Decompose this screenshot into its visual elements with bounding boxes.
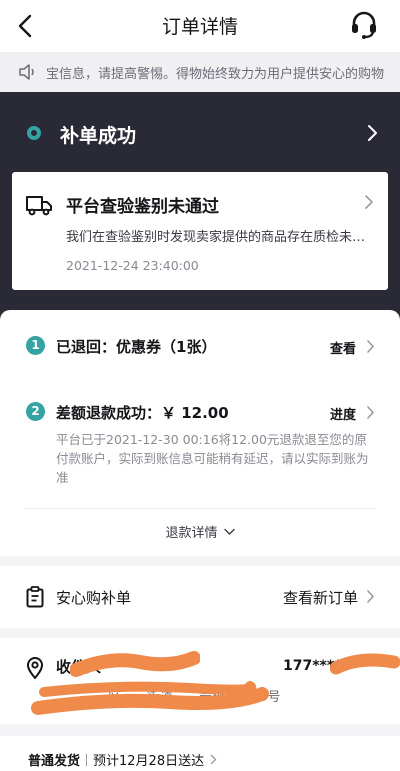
order-status-panel: 补单成功 平台查验鉴别未通过 我们在查验鉴别时发现卖家提供的商品存在质检未通过问… (0, 92, 400, 330)
chevron-right-icon (368, 125, 377, 141)
shipping-estimate: 预计12月28日送达 (93, 754, 205, 769)
view-coupon-button[interactable]: 查看 (330, 338, 356, 357)
headset-icon[interactable] (350, 10, 378, 40)
truck-icon (26, 196, 52, 216)
refund-panel: 1 已退回：优惠券（1张） 查看 2 差额退款成功：￥ 12.00 进度 平台已… (0, 310, 400, 556)
view-new-order-button[interactable]: 查看新订单 (283, 587, 358, 608)
chevron-right-icon (367, 590, 374, 603)
chevron-right-icon (210, 754, 217, 765)
divider (24, 508, 376, 509)
step-title: 差额退款成功：￥ 12.00 (56, 404, 229, 422)
page-title: 订单详情 (161, 16, 238, 38)
status-dot-icon (27, 126, 41, 140)
inspection-title: 平台查验鉴别未通过 (66, 197, 219, 217)
chevron-right-icon (365, 195, 373, 209)
chevron-right-icon[interactable] (366, 339, 375, 354)
order-status-label: 补单成功 (60, 125, 137, 147)
redaction-scribble (70, 651, 200, 677)
shipping-method: 普通发货 (28, 754, 81, 769)
chevron-down-icon (223, 528, 235, 535)
nav-bar: 订单详情 (0, 0, 400, 52)
refund-progress-button[interactable]: 进度 (330, 404, 356, 423)
redaction-scribble (31, 681, 269, 715)
order-status-row[interactable]: 补单成功 (0, 112, 400, 156)
step-number-badge: 2 (26, 402, 45, 421)
shipping-method-row[interactable]: 普通发货 预计12月28日送达 (0, 736, 400, 771)
location-pin-icon (27, 657, 43, 679)
reorder-label: 安心购补单 (56, 589, 132, 607)
notice-text: 宝信息，请提高警惕。得物始终致力为用户提供安心的购物 (46, 67, 385, 82)
step-title: 已退回：优惠券（1张） (56, 338, 217, 356)
refund-details-toggle[interactable]: 退款详情 (0, 522, 400, 541)
clipboard-icon (26, 586, 44, 608)
shipping-info: 普通发货 预计12月28日送达 (28, 750, 217, 769)
step-number-badge: 1 (26, 336, 45, 355)
redaction-scribble (330, 653, 400, 675)
refund-detail-text: 平台已于2021-12-30 00:16将12.00元退款退至您的原付款账户，实… (56, 432, 369, 485)
refund-details-label: 退款详情 (165, 526, 218, 541)
shipping-address[interactable]: 收件人 177**** …………区……街道……号楼……15号 (0, 638, 400, 724)
inspection-card[interactable]: 平台查验鉴别未通过 我们在查验鉴别时发现卖家提供的商品存在质检未通过问题 202… (12, 172, 388, 290)
inspection-time: 2021-12-24 23:40:00 (66, 258, 199, 273)
refund-step: 1 已退回：优惠券（1张） 查看 (0, 334, 400, 362)
separator (86, 754, 88, 766)
reorder-row[interactable]: 安心购补单 查看新订单 (0, 566, 400, 628)
refund-step: 2 差额退款成功：￥ 12.00 进度 平台已于2021-12-30 00:16… (0, 400, 400, 490)
speaker-icon (19, 64, 34, 80)
inspection-description: 我们在查验鉴别时发现卖家提供的商品存在质检未通过问题 (66, 230, 376, 245)
notice-bar: 宝信息，请提高警惕。得物始终致力为用户提供安心的购物 (0, 52, 400, 92)
chevron-right-icon[interactable] (366, 405, 375, 420)
